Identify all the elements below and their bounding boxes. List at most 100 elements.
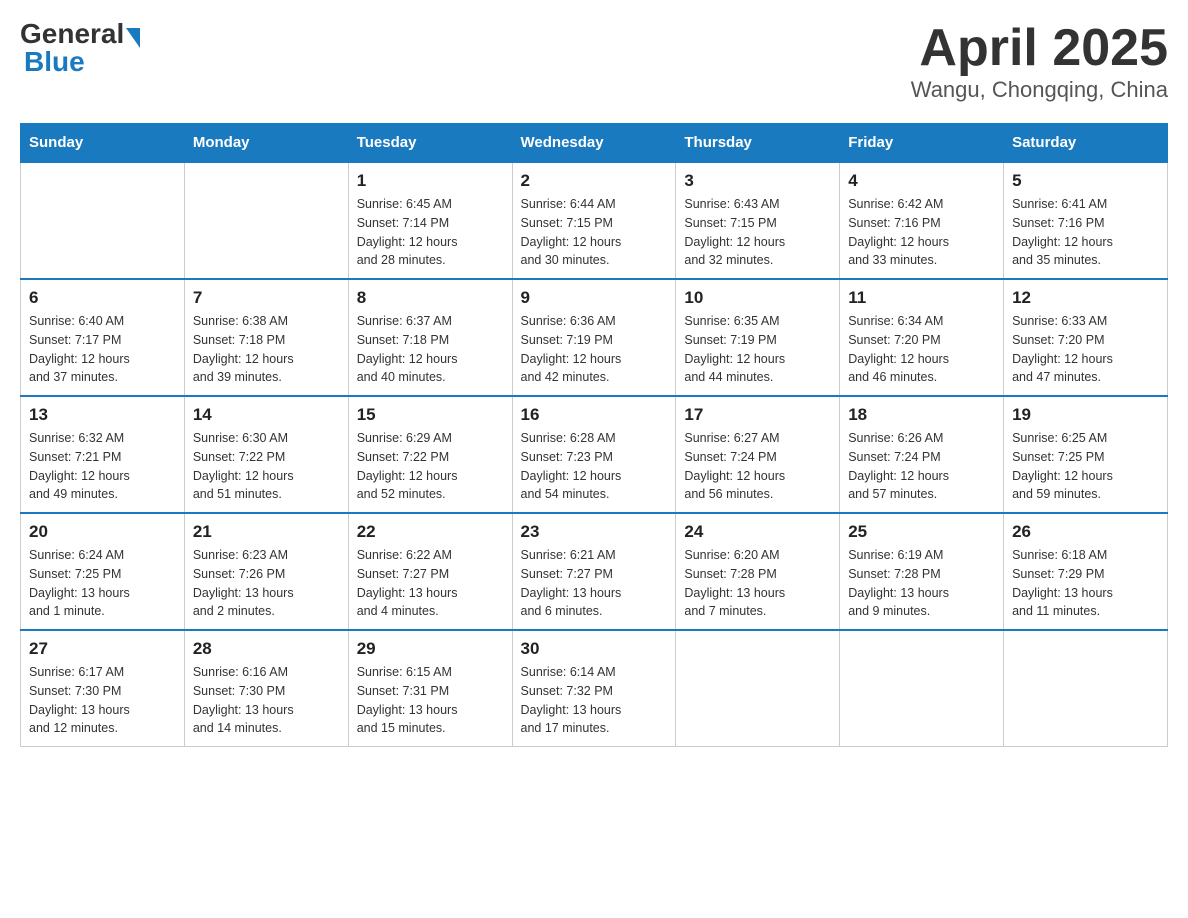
calendar-cell: 4 Sunrise: 6:42 AMSunset: 7:16 PMDaylight…: [840, 162, 1004, 279]
calendar-cell: 21 Sunrise: 6:23 AMSunset: 7:26 PMDayligh…: [184, 513, 348, 630]
calendar-body: 1 Sunrise: 6:45 AMSunset: 7:14 PMDaylight…: [21, 162, 1168, 747]
header-friday: Friday: [840, 124, 1004, 163]
day-number: 4: [848, 171, 995, 191]
header-row: SundayMondayTuesdayWednesdayThursdayFrid…: [21, 124, 1168, 163]
day-info: Sunrise: 6:22 AMSunset: 7:27 PMDaylight:…: [357, 546, 504, 621]
day-number: 14: [193, 405, 340, 425]
day-number: 17: [684, 405, 831, 425]
day-number: 1: [357, 171, 504, 191]
day-number: 8: [357, 288, 504, 308]
calendar-cell: 22 Sunrise: 6:22 AMSunset: 7:27 PMDayligh…: [348, 513, 512, 630]
calendar-cell: 16 Sunrise: 6:28 AMSunset: 7:23 PMDayligh…: [512, 396, 676, 513]
day-number: 22: [357, 522, 504, 542]
day-number: 24: [684, 522, 831, 542]
calendar-cell: 3 Sunrise: 6:43 AMSunset: 7:15 PMDaylight…: [676, 162, 840, 279]
day-info: Sunrise: 6:21 AMSunset: 7:27 PMDaylight:…: [521, 546, 668, 621]
day-number: 5: [1012, 171, 1159, 191]
calendar-table: SundayMondayTuesdayWednesdayThursdayFrid…: [20, 123, 1168, 747]
week-row-5: 27 Sunrise: 6:17 AMSunset: 7:30 PMDayligh…: [21, 630, 1168, 747]
calendar-cell: 7 Sunrise: 6:38 AMSunset: 7:18 PMDaylight…: [184, 279, 348, 396]
day-number: 3: [684, 171, 831, 191]
calendar-cell: 20 Sunrise: 6:24 AMSunset: 7:25 PMDayligh…: [21, 513, 185, 630]
calendar-cell: [21, 162, 185, 279]
header-tuesday: Tuesday: [348, 124, 512, 163]
day-number: 21: [193, 522, 340, 542]
calendar-cell: 30 Sunrise: 6:14 AMSunset: 7:32 PMDayligh…: [512, 630, 676, 747]
day-info: Sunrise: 6:32 AMSunset: 7:21 PMDaylight:…: [29, 429, 176, 504]
day-info: Sunrise: 6:33 AMSunset: 7:20 PMDaylight:…: [1012, 312, 1159, 387]
calendar-cell: 25 Sunrise: 6:19 AMSunset: 7:28 PMDayligh…: [840, 513, 1004, 630]
day-info: Sunrise: 6:26 AMSunset: 7:24 PMDaylight:…: [848, 429, 995, 504]
day-info: Sunrise: 6:17 AMSunset: 7:30 PMDaylight:…: [29, 663, 176, 738]
calendar-cell: 6 Sunrise: 6:40 AMSunset: 7:17 PMDaylight…: [21, 279, 185, 396]
day-info: Sunrise: 6:16 AMSunset: 7:30 PMDaylight:…: [193, 663, 340, 738]
logo: General Blue: [20, 20, 140, 76]
calendar-cell: 23 Sunrise: 6:21 AMSunset: 7:27 PMDayligh…: [512, 513, 676, 630]
calendar-cell: 1 Sunrise: 6:45 AMSunset: 7:14 PMDaylight…: [348, 162, 512, 279]
calendar-cell: 18 Sunrise: 6:26 AMSunset: 7:24 PMDayligh…: [840, 396, 1004, 513]
calendar-cell: 2Sunrise: 6:44 AMSunset: 7:15 PMDaylight…: [512, 162, 676, 279]
week-row-3: 13Sunrise: 6:32 AMSunset: 7:21 PMDayligh…: [21, 396, 1168, 513]
day-number: 7: [193, 288, 340, 308]
day-info: Sunrise: 6:24 AMSunset: 7:25 PMDaylight:…: [29, 546, 176, 621]
day-number: 20: [29, 522, 176, 542]
day-number: 30: [521, 639, 668, 659]
day-info: Sunrise: 6:34 AMSunset: 7:20 PMDaylight:…: [848, 312, 995, 387]
day-number: 18: [848, 405, 995, 425]
calendar-cell: 28 Sunrise: 6:16 AMSunset: 7:30 PMDayligh…: [184, 630, 348, 747]
calendar-cell: 10 Sunrise: 6:35 AMSunset: 7:19 PMDayligh…: [676, 279, 840, 396]
week-row-1: 1 Sunrise: 6:45 AMSunset: 7:14 PMDaylight…: [21, 162, 1168, 279]
week-row-4: 20 Sunrise: 6:24 AMSunset: 7:25 PMDayligh…: [21, 513, 1168, 630]
header-thursday: Thursday: [676, 124, 840, 163]
day-info: Sunrise: 6:38 AMSunset: 7:18 PMDaylight:…: [193, 312, 340, 387]
header-saturday: Saturday: [1004, 124, 1168, 163]
day-info: Sunrise: 6:19 AMSunset: 7:28 PMDaylight:…: [848, 546, 995, 621]
day-number: 15: [357, 405, 504, 425]
day-info: Sunrise: 6:27 AMSunset: 7:24 PMDaylight:…: [684, 429, 831, 504]
day-number: 27: [29, 639, 176, 659]
calendar-cell: 19Sunrise: 6:25 AMSunset: 7:25 PMDayligh…: [1004, 396, 1168, 513]
calendar-cell: [676, 630, 840, 747]
day-info: Sunrise: 6:28 AMSunset: 7:23 PMDaylight:…: [521, 429, 668, 504]
calendar-cell: 12Sunrise: 6:33 AMSunset: 7:20 PMDayligh…: [1004, 279, 1168, 396]
header-sunday: Sunday: [21, 124, 185, 163]
day-info: Sunrise: 6:36 AMSunset: 7:19 PMDaylight:…: [521, 312, 668, 387]
calendar-cell: 9 Sunrise: 6:36 AMSunset: 7:19 PMDaylight…: [512, 279, 676, 396]
calendar-cell: 14 Sunrise: 6:30 AMSunset: 7:22 PMDayligh…: [184, 396, 348, 513]
calendar-cell: 13Sunrise: 6:32 AMSunset: 7:21 PMDayligh…: [21, 396, 185, 513]
calendar-cell: 5Sunrise: 6:41 AMSunset: 7:16 PMDaylight…: [1004, 162, 1168, 279]
day-info: Sunrise: 6:15 AMSunset: 7:31 PMDaylight:…: [357, 663, 504, 738]
calendar-cell: 26 Sunrise: 6:18 AMSunset: 7:29 PMDayligh…: [1004, 513, 1168, 630]
week-row-2: 6 Sunrise: 6:40 AMSunset: 7:17 PMDaylight…: [21, 279, 1168, 396]
day-info: Sunrise: 6:45 AMSunset: 7:14 PMDaylight:…: [357, 195, 504, 270]
day-number: 16: [521, 405, 668, 425]
day-info: Sunrise: 6:18 AMSunset: 7:29 PMDaylight:…: [1012, 546, 1159, 621]
day-number: 26: [1012, 522, 1159, 542]
day-info: Sunrise: 6:30 AMSunset: 7:22 PMDaylight:…: [193, 429, 340, 504]
day-info: Sunrise: 6:43 AMSunset: 7:15 PMDaylight:…: [684, 195, 831, 270]
day-info: Sunrise: 6:35 AMSunset: 7:19 PMDaylight:…: [684, 312, 831, 387]
calendar-cell: 29Sunrise: 6:15 AMSunset: 7:31 PMDayligh…: [348, 630, 512, 747]
day-number: 25: [848, 522, 995, 542]
day-number: 9: [521, 288, 668, 308]
calendar-cell: 8Sunrise: 6:37 AMSunset: 7:18 PMDaylight…: [348, 279, 512, 396]
day-info: Sunrise: 6:23 AMSunset: 7:26 PMDaylight:…: [193, 546, 340, 621]
day-info: Sunrise: 6:42 AMSunset: 7:16 PMDaylight:…: [848, 195, 995, 270]
calendar-header: SundayMondayTuesdayWednesdayThursdayFrid…: [21, 124, 1168, 163]
day-number: 23: [521, 522, 668, 542]
logo-text-general: General: [20, 20, 124, 48]
day-number: 10: [684, 288, 831, 308]
day-info: Sunrise: 6:40 AMSunset: 7:17 PMDaylight:…: [29, 312, 176, 387]
day-info: Sunrise: 6:25 AMSunset: 7:25 PMDaylight:…: [1012, 429, 1159, 504]
logo-triangle-icon: [126, 28, 140, 48]
day-number: 28: [193, 639, 340, 659]
day-number: 6: [29, 288, 176, 308]
title-block: April 2025 Wangu, Chongqing, China: [911, 20, 1168, 103]
calendar-cell: [840, 630, 1004, 747]
calendar-cell: 11Sunrise: 6:34 AMSunset: 7:20 PMDayligh…: [840, 279, 1004, 396]
calendar-title: April 2025: [911, 20, 1168, 77]
calendar-cell: 15Sunrise: 6:29 AMSunset: 7:22 PMDayligh…: [348, 396, 512, 513]
page-header: General Blue April 2025 Wangu, Chongqing…: [20, 20, 1168, 103]
calendar-cell: [1004, 630, 1168, 747]
day-info: Sunrise: 6:14 AMSunset: 7:32 PMDaylight:…: [521, 663, 668, 738]
